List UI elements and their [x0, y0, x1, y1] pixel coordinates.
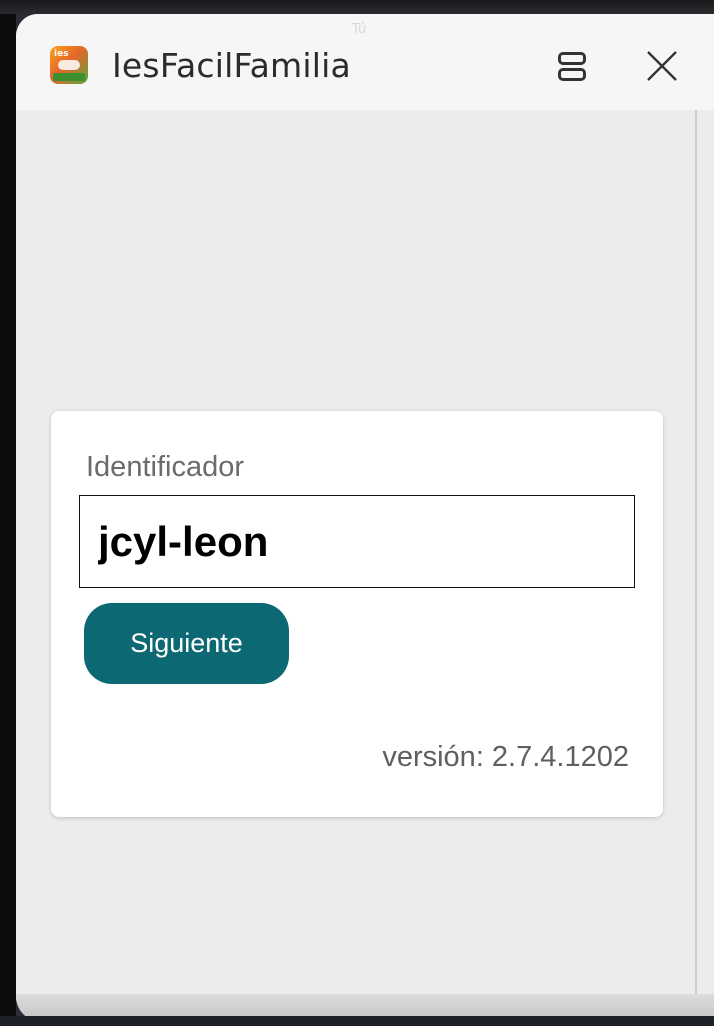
split-view-button[interactable] — [552, 48, 596, 90]
screen-top-edge — [0, 0, 714, 14]
screen-left-edge — [0, 0, 16, 1026]
close-button[interactable] — [640, 44, 684, 88]
app-title: IesFacilFamilia — [112, 46, 351, 85]
app-window: ies IesFacilFamilia Identificador Siguie… — [16, 14, 714, 1022]
version-text: versión: 2.7.4.1202 — [382, 741, 629, 773]
split-view-icon — [558, 52, 586, 65]
overlay-top-label: Tú — [352, 22, 367, 37]
identificador-label: Identificador — [86, 451, 244, 483]
close-icon — [647, 51, 677, 81]
screen-bottom-edge — [0, 1016, 714, 1026]
identificador-input[interactable] — [79, 495, 635, 588]
siguiente-button[interactable]: Siguiente — [84, 603, 289, 684]
scrollbar-track[interactable] — [695, 110, 697, 1010]
login-card: Identificador Siguiente versión: 2.7.4.1… — [51, 411, 663, 817]
iesfacil-familia-logo-icon: ies — [50, 46, 88, 84]
